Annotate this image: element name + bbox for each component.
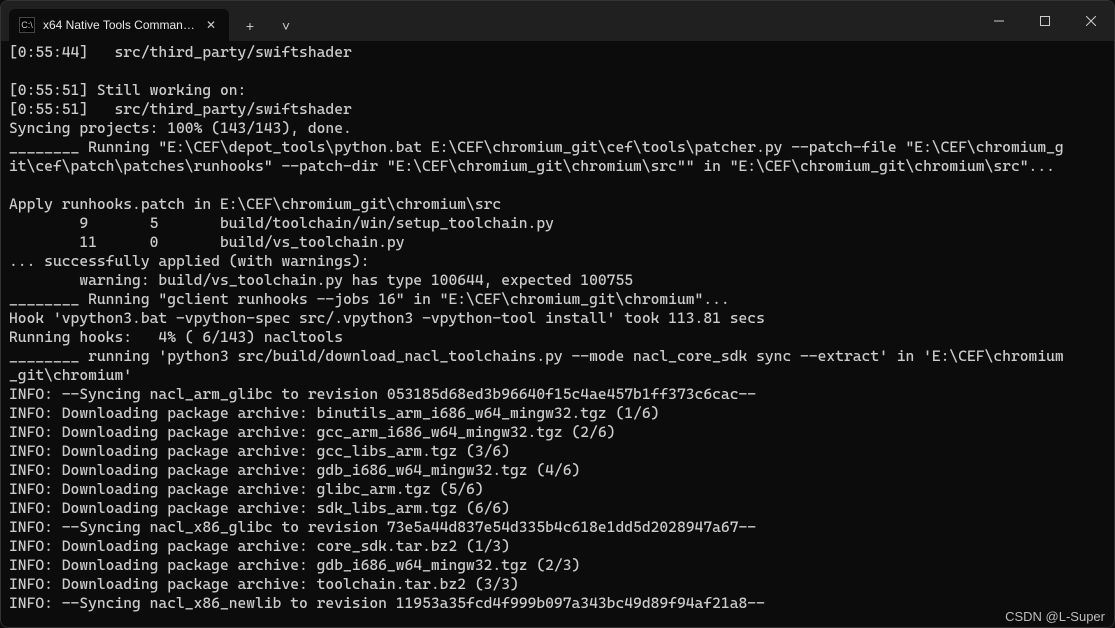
window-controls: [976, 1, 1114, 41]
close-window-button[interactable]: [1068, 1, 1114, 41]
cmd-icon: C:\: [19, 17, 35, 33]
terminal-window: C:\ x64 Native Tools Command Pr ✕ + ˅ [0…: [0, 0, 1115, 628]
maximize-button[interactable]: [1022, 1, 1068, 41]
terminal-output[interactable]: [0:55:44] src/third_party/swiftshader [0…: [1, 41, 1114, 627]
minimize-button[interactable]: [976, 1, 1022, 41]
tab-dropdown-button[interactable]: ˅: [271, 11, 301, 41]
tab-title: x64 Native Tools Command Pr: [43, 18, 195, 32]
watermark: CSDN @L-Super: [1005, 609, 1105, 624]
tab-strip: C:\ x64 Native Tools Command Pr ✕ + ˅: [1, 1, 301, 41]
close-tab-button[interactable]: ✕: [203, 17, 219, 33]
new-tab-button[interactable]: +: [235, 11, 265, 41]
titlebar[interactable]: C:\ x64 Native Tools Command Pr ✕ + ˅: [1, 1, 1114, 41]
tab-active[interactable]: C:\ x64 Native Tools Command Pr ✕: [9, 9, 229, 41]
